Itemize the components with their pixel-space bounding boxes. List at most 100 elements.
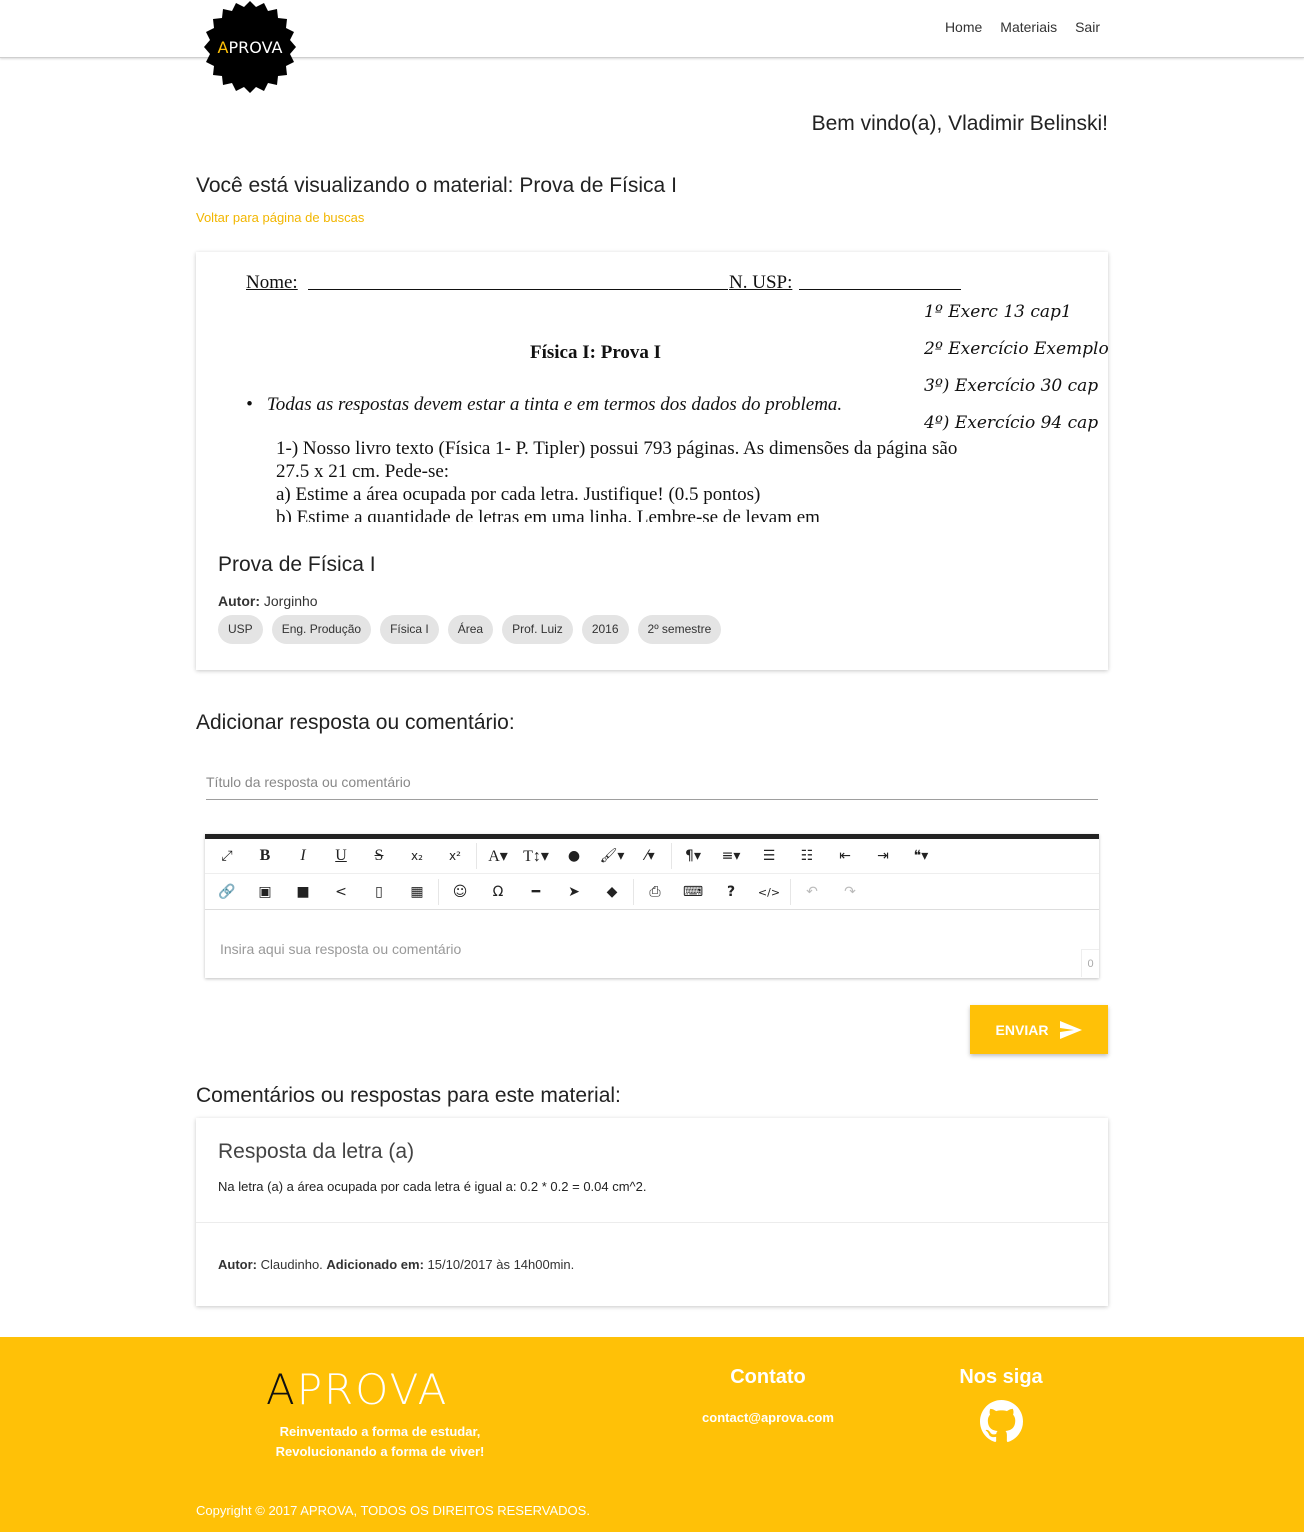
paragraph-format-icon[interactable]: ¶▾: [674, 839, 712, 874]
magic-wand-icon[interactable]: ⁄▾: [631, 839, 669, 874]
comment-title: Resposta da letra (a): [218, 1140, 415, 1163]
share-icon[interactable]: <: [322, 875, 360, 910]
contact-email-link[interactable]: contact@aprova.com: [690, 1410, 846, 1425]
file-icon[interactable]: ▯: [360, 875, 398, 910]
comment-title-input[interactable]: [206, 765, 1098, 800]
indent-icon[interactable]: ⇥: [864, 839, 902, 874]
contact-heading: Contato: [730, 1366, 806, 1388]
rich-text-editor: ⤢ B I U S x₂ x² A▾ T↕▾ ● 🖌▾ ⁄▾ ¶▾ ≡▾ ☰ ☷…: [205, 834, 1099, 978]
comment-added-label: Adicionado em:: [326, 1257, 424, 1272]
doc-item-a: a) Estime a área ocupada por cada letra.…: [276, 484, 761, 505]
tag-chip[interactable]: 2016: [581, 615, 629, 644]
toolbar-separator: [790, 879, 791, 905]
doc-item-b: b) Estime a quantidade de letras em uma …: [276, 507, 820, 522]
comment-body-editor[interactable]: Insira aqui sua resposta ou comentário 0: [205, 911, 1099, 978]
color-drop-icon[interactable]: ●: [555, 839, 593, 874]
emoticon-icon[interactable]: ☺: [441, 875, 479, 910]
quote-icon[interactable]: ❝▾: [902, 839, 940, 874]
align-icon[interactable]: ≡▾: [712, 839, 750, 874]
send-button-label: ENVIAR: [995, 1021, 1049, 1038]
font-size-icon[interactable]: T↕▾: [517, 839, 555, 874]
footer-tagline-1: Reinventado a forma de estudar,: [279, 1424, 481, 1439]
tag-list: USP Eng. Produção Física I Área Prof. Lu…: [218, 615, 722, 644]
link-icon[interactable]: 🔗: [208, 875, 246, 910]
follow-heading: Nos siga: [959, 1366, 1043, 1388]
nav-home-link[interactable]: Home: [945, 19, 982, 35]
author-label: Autor:: [218, 593, 260, 609]
document-preview[interactable]: Nome: N. USP: 1º Exerc 13 cap1 2º Exercí…: [196, 252, 1108, 522]
outdent-icon[interactable]: ⇤: [826, 839, 864, 874]
doc-name-rule: [308, 289, 728, 290]
comment-card: Resposta da letra (a) Na letra (a) a áre…: [196, 1118, 1108, 1306]
tag-chip[interactable]: Área: [447, 615, 494, 644]
tag-chip[interactable]: USP: [218, 615, 263, 644]
doc-handwritten-notes: 1º Exerc 13 cap1 2º Exercício Exemplo 3º…: [924, 294, 1108, 442]
subscript-icon[interactable]: x₂: [398, 839, 436, 874]
bold-icon[interactable]: B: [246, 839, 284, 874]
strikethrough-icon[interactable]: S: [360, 839, 398, 874]
redo-icon[interactable]: ↷: [831, 875, 869, 910]
eraser-icon[interactable]: ◆: [593, 875, 631, 910]
page-title: Você está visualizando o material: Prova…: [196, 174, 677, 197]
comment-meta: Autor: Claudinho. Adicionado em: 15/10/2…: [218, 1257, 574, 1272]
tag-chip[interactable]: 2º semestre: [637, 615, 722, 644]
doc-bullet-text: Todas as respostas devem estar a tinta e…: [266, 394, 843, 415]
superscript-icon[interactable]: x²: [436, 839, 474, 874]
image-icon[interactable]: ▣: [246, 875, 284, 910]
horizontal-line-icon[interactable]: ━: [517, 875, 555, 910]
nav-sair-link[interactable]: Sair: [1075, 19, 1100, 35]
back-to-search-link[interactable]: Voltar para página de buscas: [196, 210, 364, 225]
copyright: Copyright © 2017 APROVA, TODOS OS DIREIT…: [196, 1503, 590, 1518]
add-comment-heading: Adicionar resposta ou comentário:: [196, 711, 515, 734]
doc-title: Física I: Prova I: [530, 342, 662, 363]
special-char-icon[interactable]: Ω: [479, 875, 517, 910]
doc-name-label: Nome:: [246, 272, 298, 293]
doc-usp-label: N. USP:: [729, 272, 793, 293]
github-icon[interactable]: [980, 1400, 1023, 1443]
doc-handwritten-line: 3º) Exercício 30 cap: [924, 376, 1099, 396]
tag-chip[interactable]: Prof. Luiz: [502, 615, 573, 644]
comment-date: 15/10/2017 às 14h00min.: [427, 1257, 575, 1272]
code-view-icon[interactable]: </>: [750, 875, 788, 910]
help-icon[interactable]: ?: [712, 875, 750, 910]
tag-chip[interactable]: Física I: [380, 615, 439, 644]
logo-badge-text: APROVA: [218, 38, 283, 57]
doc-paragraph: 1-) Nosso livro texto (Física 1- P. Tipl…: [276, 437, 976, 522]
fullscreen-icon[interactable]: ⤢: [208, 839, 246, 874]
doc-usp-rule: [799, 289, 961, 290]
editor-placeholder: Insira aqui sua resposta ou comentário: [220, 941, 462, 957]
select-pointer-icon[interactable]: ➤: [555, 875, 593, 910]
ordered-list-icon[interactable]: ☰: [750, 839, 788, 874]
print-icon[interactable]: ⎙: [636, 875, 674, 910]
footer-logo: APROVA: [266, 1365, 449, 1414]
navbar: Home Materiais Sair: [0, 0, 1304, 58]
footer-tagline: Reinventado a forma de estudar, Revoluci…: [230, 1422, 530, 1462]
material-title: Prova de Física I: [218, 553, 376, 576]
toolbar-separator: [438, 879, 439, 905]
send-icon: [1060, 1020, 1083, 1039]
keyboard-icon[interactable]: ⌨: [674, 875, 712, 910]
char-counter: 0: [1081, 949, 1099, 977]
underline-icon[interactable]: U: [322, 839, 360, 874]
table-icon[interactable]: ▦: [398, 875, 436, 910]
send-button[interactable]: ENVIAR: [970, 1005, 1108, 1054]
unordered-list-icon[interactable]: ☷: [788, 839, 826, 874]
font-family-icon[interactable]: A▾: [479, 839, 517, 874]
comment-body: Na letra (a) a área ocupada por cada let…: [218, 1179, 647, 1194]
tag-chip[interactable]: Eng. Produção: [271, 615, 372, 644]
doc-question-text: 1-) Nosso livro texto (Física 1- P. Tipl…: [276, 438, 958, 482]
toolbar-separator: [476, 843, 477, 869]
nav-links: Home Materiais Sair: [945, 19, 1100, 35]
italic-icon[interactable]: I: [284, 839, 322, 874]
comments-heading: Comentários ou respostas para este mater…: [196, 1084, 621, 1107]
comment-divider: [196, 1222, 1108, 1223]
doc-handwritten-line: 1º Exerc 13 cap1: [924, 302, 1072, 322]
toolbar-separator: [671, 843, 672, 869]
aprova-logo-badge[interactable]: APROVA: [204, 1, 296, 93]
nav-materiais-link[interactable]: Materiais: [1000, 19, 1057, 35]
video-icon[interactable]: ■: [284, 875, 322, 910]
brush-icon[interactable]: 🖌▾: [593, 839, 631, 874]
footer: APROVA Reinventado a forma de estudar, R…: [0, 1337, 1304, 1532]
doc-bullet: • Todas as respostas devem estar a tinta…: [246, 394, 843, 415]
undo-icon[interactable]: ↶: [793, 875, 831, 910]
